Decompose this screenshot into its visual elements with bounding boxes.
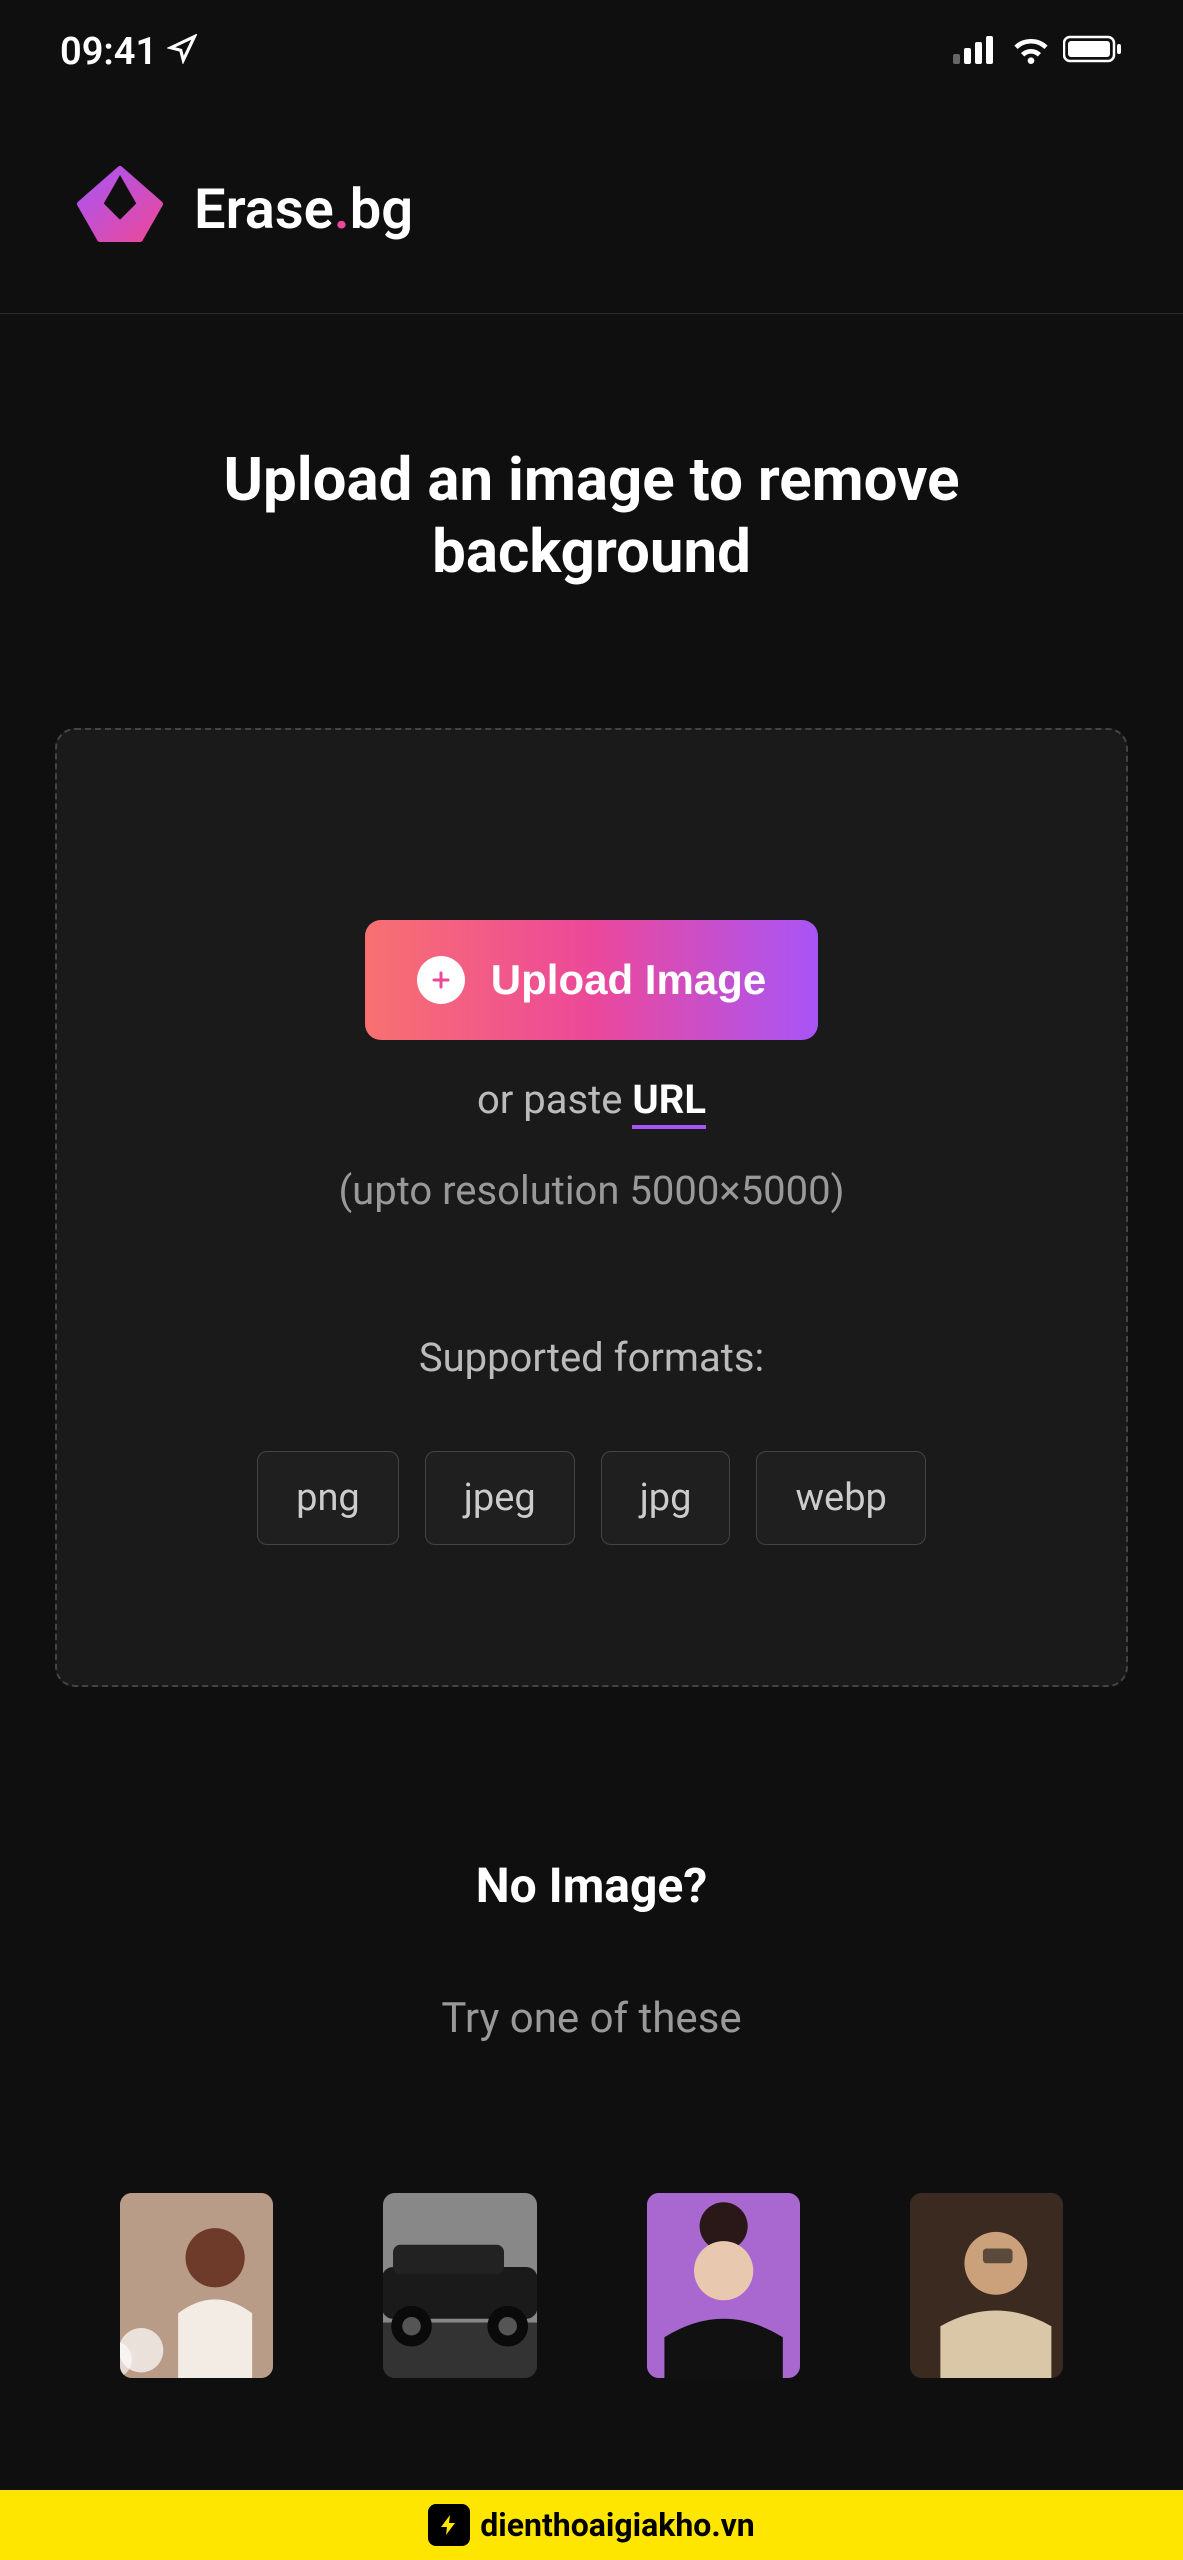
logo-text-part2: bg	[350, 176, 413, 242]
format-chip-jpg: jpg	[601, 1451, 731, 1545]
status-left: 09:41	[60, 30, 197, 74]
paste-url-link[interactable]: URL	[632, 1076, 706, 1129]
upload-image-button[interactable]: Upload Image	[365, 920, 818, 1040]
location-icon	[167, 30, 197, 74]
sample-thumb-1[interactable]	[120, 2193, 273, 2378]
resolution-note: (upto resolution 5000×5000)	[117, 1167, 1066, 1214]
sample-thumb-2[interactable]	[383, 2193, 536, 2378]
status-bar: 09:41	[0, 0, 1183, 104]
erase-bg-logo-text: Erase.bg	[194, 176, 413, 242]
no-image-title: No Image?	[0, 1857, 1183, 1914]
formats-label: Supported formats:	[117, 1334, 1066, 1381]
formats-list: png jpeg jpg webp	[117, 1451, 1066, 1545]
signal-icon	[953, 30, 999, 74]
page-title: Upload an image to remove background	[0, 314, 1183, 668]
upload-button-label: Upload Image	[491, 956, 766, 1004]
upload-dropzone[interactable]: Upload Image or paste URL (upto resoluti…	[55, 728, 1128, 1687]
watermark-icon	[428, 2504, 470, 2546]
battery-icon	[1063, 30, 1123, 74]
logo-text-part1: Erase	[194, 176, 334, 242]
status-time: 09:41	[60, 30, 157, 74]
wifi-icon	[1011, 30, 1051, 74]
watermark-bar: dienthoaigiakho.vn	[0, 2490, 1183, 2560]
watermark-text: dienthoaigiakho.vn	[480, 2506, 754, 2544]
paste-prefix: or paste	[477, 1076, 632, 1123]
paste-url-row: or paste URL	[117, 1076, 1066, 1123]
app-header: Erase.bg	[0, 104, 1183, 314]
status-right	[953, 30, 1123, 74]
plus-icon	[417, 956, 465, 1004]
format-chip-png: png	[257, 1451, 399, 1545]
format-chip-jpeg: jpeg	[425, 1451, 575, 1545]
try-one-text: Try one of these	[0, 1994, 1183, 2043]
logo-text-dot: .	[334, 176, 350, 242]
sample-images-row	[0, 2193, 1183, 2378]
sample-thumb-3[interactable]	[647, 2193, 800, 2378]
format-chip-webp: webp	[756, 1451, 925, 1545]
no-image-section: No Image? Try one of these	[0, 1857, 1183, 2043]
erase-bg-logo-icon	[70, 164, 170, 253]
sample-thumb-4[interactable]	[910, 2193, 1063, 2378]
